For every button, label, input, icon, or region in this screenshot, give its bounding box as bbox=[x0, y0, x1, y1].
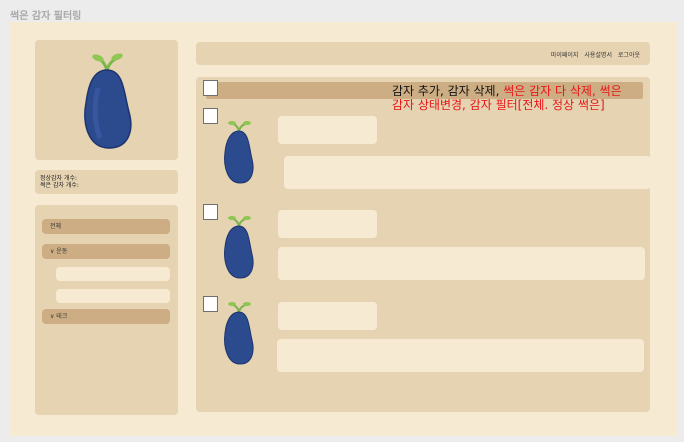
nav-item-all[interactable]: 전체 bbox=[42, 219, 170, 234]
header-links: 마이페이지 사용설명서 로그아웃 bbox=[547, 50, 640, 59]
item-description-box[interactable] bbox=[284, 156, 651, 189]
annotation-black: 감자 추가, 감자 삭제, bbox=[392, 84, 504, 98]
rotten-count-label: 썩은 감자 개수: bbox=[40, 182, 79, 189]
feature-annotation: 감자 추가, 감자 삭제, 썩은 감자 다 삭제, 썩은 감자 상태변경, 감자… bbox=[392, 84, 642, 112]
sidebar-nav: 전체 ∨ 운동 ∨ 테크 bbox=[35, 205, 178, 415]
potato-icon bbox=[84, 53, 132, 149]
potato-count-text: 정상감자 개수: 썩은 감자 개수: bbox=[40, 175, 79, 189]
page-title: 썩은 감자 필터링 bbox=[10, 11, 82, 22]
potato-count-panel: 정상감자 개수: 썩은 감자 개수: bbox=[35, 170, 178, 194]
potato-list-panel: 감자 추가, 감자 삭제, 썩은 감자 다 삭제, 썩은 감자 상태변경, 감자… bbox=[196, 77, 651, 412]
nav-item-exercise[interactable]: ∨ 운동 bbox=[42, 244, 170, 259]
annotation-red-2: 감자 상태변경, 감자 필터[전체. 정상 썩은] bbox=[392, 98, 605, 112]
logo-panel bbox=[35, 40, 178, 160]
item-checkbox[interactable] bbox=[203, 204, 218, 220]
nav-subitem[interactable] bbox=[56, 267, 170, 281]
normal-count-label: 정상감자 개수: bbox=[40, 175, 78, 182]
item-name-box[interactable] bbox=[278, 116, 377, 144]
item-description-box[interactable] bbox=[278, 247, 645, 280]
potato-icon bbox=[224, 121, 254, 184]
header-bar: 마이페이지 사용설명서 로그아웃 bbox=[196, 42, 650, 65]
item-checkbox[interactable] bbox=[203, 108, 218, 124]
item-name-box[interactable] bbox=[278, 210, 377, 238]
mypage-link[interactable]: 마이페이지 bbox=[551, 52, 579, 59]
app-canvas: 정상감자 개수: 썩은 감자 개수: 전체 ∨ 운동 ∨ 테크 마이페이지 사용… bbox=[10, 22, 677, 436]
annotation-red-1: 썩은 감자 다 삭제, 썩은 bbox=[503, 84, 622, 98]
potato-icon bbox=[224, 216, 254, 279]
manual-link[interactable]: 사용설명서 bbox=[584, 52, 612, 59]
potato-icon bbox=[224, 302, 254, 365]
nav-subitem[interactable] bbox=[56, 289, 170, 303]
select-all-checkbox[interactable] bbox=[203, 80, 218, 96]
item-description-box[interactable] bbox=[277, 339, 644, 372]
logout-link[interactable]: 로그아웃 bbox=[618, 52, 640, 59]
item-name-box[interactable] bbox=[278, 302, 377, 330]
item-checkbox[interactable] bbox=[203, 296, 218, 312]
nav-item-tech[interactable]: ∨ 테크 bbox=[42, 309, 170, 324]
